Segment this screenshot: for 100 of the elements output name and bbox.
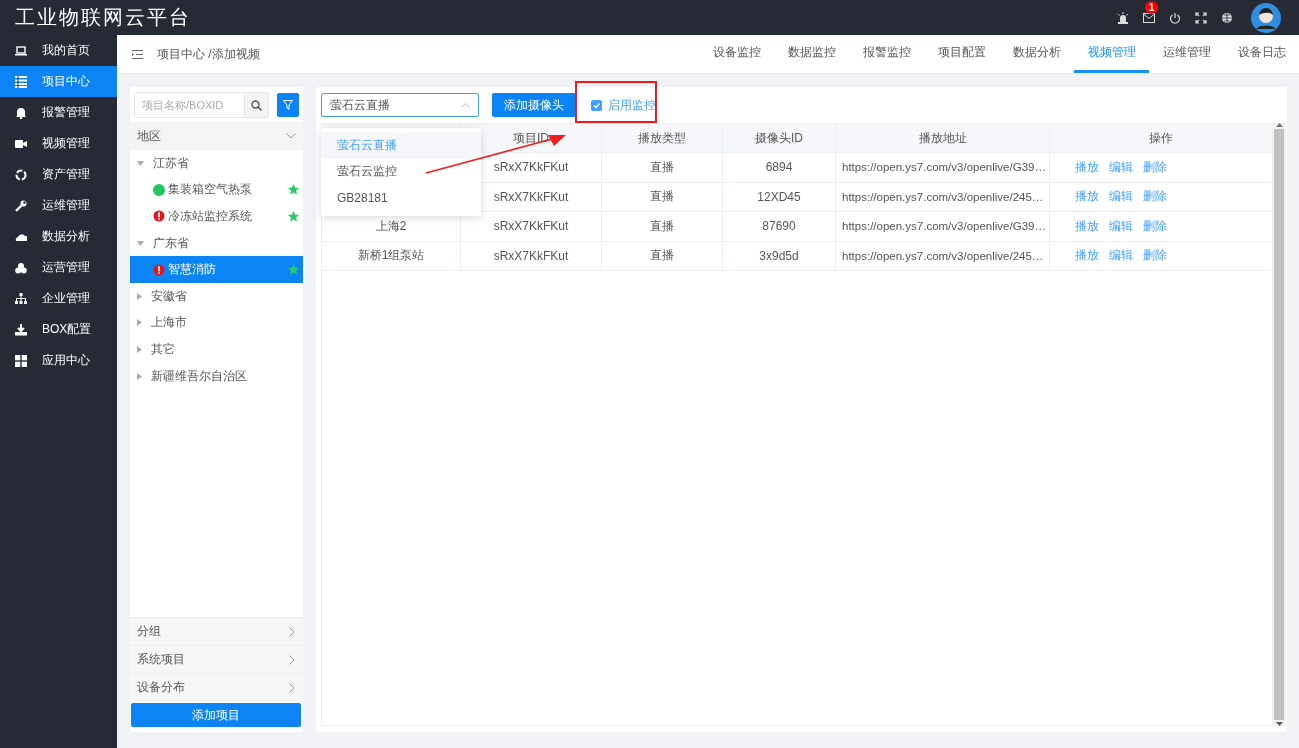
avatar-icon[interactable] xyxy=(1251,2,1281,33)
table-cell: 直播 xyxy=(602,212,723,241)
caret-right-icon xyxy=(137,372,142,380)
tab[interactable]: 设备监控 xyxy=(699,35,774,73)
tree-node[interactable]: 新疆维吾尔自治区 xyxy=(130,362,303,390)
filter-button[interactable] xyxy=(277,93,299,117)
table-cell: https://open.ys7.com/v3/openlive/G39… xyxy=(836,212,1050,241)
table-cell: https://open.ys7.com/v3/openlive/G39… xyxy=(836,153,1050,182)
tab[interactable]: 数据分析 xyxy=(999,35,1074,73)
list-icon xyxy=(15,75,27,88)
caret-right-icon xyxy=(137,319,142,327)
filter-icon xyxy=(283,100,293,110)
section-header[interactable]: 系统项目 xyxy=(130,645,303,673)
chevron-down-icon xyxy=(286,133,296,139)
scroll-down-icon xyxy=(1275,722,1283,726)
tab[interactable]: 设备日志 xyxy=(1224,35,1299,73)
fullscreen-icon[interactable] xyxy=(1195,11,1207,24)
tree-node[interactable]: 安徽省 xyxy=(130,282,303,310)
search-icon xyxy=(251,99,263,111)
chevron-right-icon xyxy=(289,682,295,693)
caret-right-icon xyxy=(137,345,142,353)
column-header: 播放类型 xyxy=(602,124,723,152)
notification-badge: 1 xyxy=(1145,0,1158,14)
nav-item[interactable]: BOX配置 xyxy=(0,314,117,345)
nav-item[interactable]: 项目中心 xyxy=(0,66,117,97)
scrollbar[interactable] xyxy=(1272,123,1286,726)
tree-node[interactable]: 其它 xyxy=(130,336,303,363)
table-cell: 6894 xyxy=(723,153,836,182)
globe-icon[interactable] xyxy=(1221,11,1233,24)
table-cell: 直播 xyxy=(602,241,723,270)
app-title: 工业物联网云平台 xyxy=(15,5,192,30)
search-field[interactable]: 项目名称/BOXID xyxy=(134,92,269,118)
add-camera-button[interactable]: 添加摄像头 xyxy=(492,93,576,117)
star-icon[interactable] xyxy=(288,184,299,196)
table-cell: 直播 xyxy=(602,153,723,182)
video-camera-icon xyxy=(15,137,27,150)
wrench-icon xyxy=(15,199,27,212)
breadcrumb: 项目中心 /添加视频 xyxy=(157,45,260,63)
column-header: 操作 xyxy=(1148,129,1174,147)
nav-item[interactable]: 我的首页 xyxy=(0,35,117,66)
column-header: 摄像头ID xyxy=(723,124,836,152)
table-cell: 3x9d5d xyxy=(723,241,836,270)
circles-icon xyxy=(15,261,27,274)
star-icon[interactable] xyxy=(288,264,299,276)
nav-item[interactable]: 运营管理 xyxy=(0,252,117,283)
section-label: 系统项目 xyxy=(137,651,185,668)
tab[interactable]: 数据监控 xyxy=(774,35,849,73)
recycle-icon xyxy=(15,168,27,181)
table-cell: 87690 xyxy=(723,212,836,241)
tree-node[interactable]: 广东省 xyxy=(130,229,303,257)
caret-down-icon xyxy=(137,160,144,166)
mail-icon[interactable] xyxy=(1143,12,1155,23)
nav-item[interactable]: 数据分析 xyxy=(0,221,117,252)
menu-icon[interactable] xyxy=(132,49,143,59)
star-icon[interactable] xyxy=(288,211,299,222)
region-header-label: 地区 xyxy=(137,127,161,145)
tree-node[interactable]: 上海市 xyxy=(130,309,303,337)
section-header[interactable]: 分组 xyxy=(130,617,303,645)
bell-icon xyxy=(15,106,27,119)
tree-leaf[interactable]: 集装箱空气热泵 xyxy=(130,176,303,204)
nav-item[interactable]: 运维管理 xyxy=(0,190,117,221)
checkbox[interactable] xyxy=(591,99,602,111)
power-icon[interactable] xyxy=(1169,11,1181,24)
add-project-button[interactable]: 添加项目 xyxy=(131,703,301,727)
nav-item[interactable]: 资产管理 xyxy=(0,159,117,190)
column-header: 播放地址 xyxy=(836,124,1050,152)
source-select[interactable]: 萤石云直播 xyxy=(321,93,479,117)
grid-icon xyxy=(15,354,27,367)
table-cell: sRxX7KkFKut xyxy=(461,241,602,270)
table-cell: 直播 xyxy=(602,182,723,211)
alarm-light-icon[interactable] xyxy=(1117,11,1129,24)
tab[interactable]: 运维管理 xyxy=(1149,35,1224,73)
sitemap-icon xyxy=(15,292,27,305)
nav-item[interactable]: 应用中心 xyxy=(0,345,117,376)
tree-node[interactable]: 江苏省 xyxy=(130,150,303,177)
alert-icon xyxy=(153,210,165,223)
status-ok-icon xyxy=(153,183,165,196)
table-cell: https://open.ys7.com/v3/openlive/245… xyxy=(836,241,1050,270)
nav-item[interactable]: 视频管理 xyxy=(0,128,117,159)
tab[interactable]: 报警监控 xyxy=(849,35,924,73)
section-header[interactable]: 设备分布 xyxy=(130,673,303,701)
chevron-right-icon xyxy=(289,626,295,637)
table-cell: 12XD45 xyxy=(723,182,836,211)
nav-item[interactable]: 企业管理 xyxy=(0,283,117,314)
caret-down-icon xyxy=(137,240,144,246)
region-header[interactable]: 地区 xyxy=(130,122,303,150)
section-label: 设备分布 xyxy=(137,679,185,696)
tree-leaf[interactable]: 智慧消防 xyxy=(130,256,303,283)
alert-icon xyxy=(153,263,165,276)
chevron-right-icon xyxy=(289,654,295,665)
laptop-icon xyxy=(15,44,27,57)
tab[interactable]: 项目配置 xyxy=(924,35,999,73)
nav-item[interactable]: 报警管理 xyxy=(0,97,117,128)
scroll-up-icon xyxy=(1275,123,1283,127)
chevron-up-icon xyxy=(461,102,470,108)
search-button[interactable] xyxy=(244,93,268,117)
caret-right-icon xyxy=(137,292,142,300)
check-icon xyxy=(592,100,601,110)
table-cell: https://open.ys7.com/v3/openlive/245… xyxy=(836,182,1050,211)
tree-leaf[interactable]: 冷冻站监控系统 xyxy=(130,203,303,230)
